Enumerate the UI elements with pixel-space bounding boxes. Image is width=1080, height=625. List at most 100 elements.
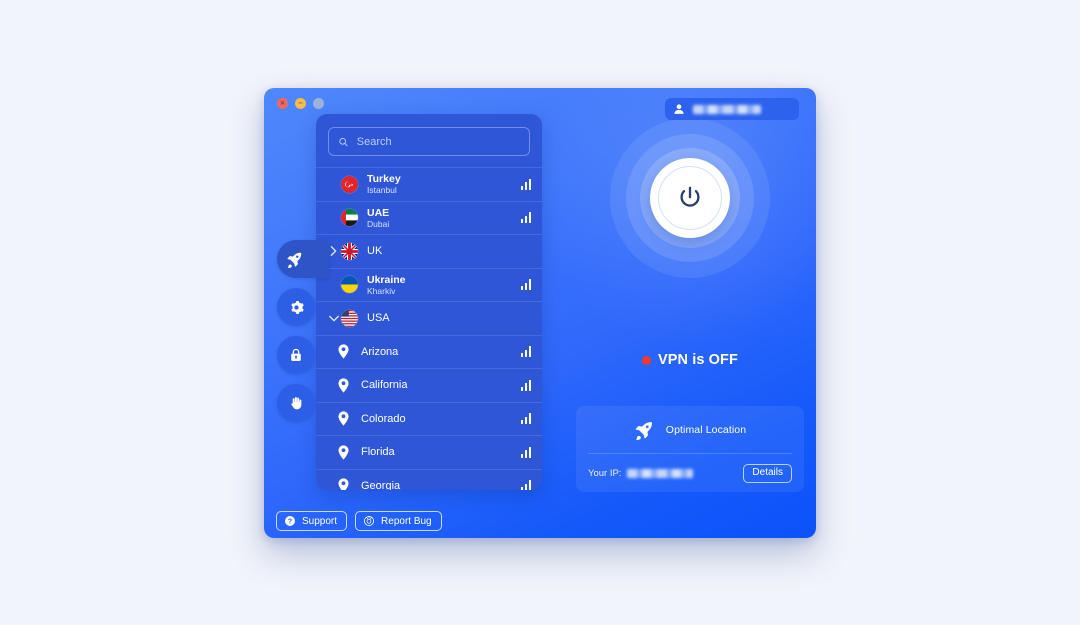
locations-list[interactable]: Turkey Istanbul UAE Dubai UK Ukraine Kha… (316, 167, 542, 490)
location-row-uk[interactable]: UK (316, 234, 542, 268)
location-text: California (361, 379, 521, 391)
minimize-icon: − (298, 98, 303, 107)
search-icon (339, 137, 348, 146)
power-button[interactable] (650, 158, 730, 238)
location-name: California (361, 379, 408, 392)
location-name: Arizona (361, 345, 399, 358)
close-button[interactable]: × (277, 98, 288, 109)
flag-usa-icon (341, 309, 358, 327)
flag-uk-icon (341, 242, 358, 260)
maximize-button[interactable] (313, 98, 324, 109)
location-name: UAE (367, 206, 390, 219)
location-text: Ukraine Kharkiv (367, 274, 521, 296)
location-name: USA (367, 312, 390, 325)
status-text: VPN is OFF (658, 352, 738, 368)
optimal-location-label: Optimal Location (665, 423, 747, 436)
map-pin-icon (335, 444, 352, 461)
location-city: Istanbul (367, 185, 397, 196)
location-row-uae[interactable]: UAE Dubai (316, 200, 542, 235)
location-city: Dubai (367, 218, 390, 229)
signal-strength-icon (520, 178, 531, 190)
location-name: Colorado (361, 412, 406, 425)
lock-icon (291, 348, 301, 361)
status-indicator-dot (642, 355, 652, 365)
location-text: Arizona (361, 346, 521, 358)
location-city: Kharkiv (367, 285, 396, 296)
chevron-down-icon[interactable] (326, 314, 341, 323)
person-icon (674, 104, 684, 114)
search-box[interactable] (328, 127, 530, 156)
ip-value-redacted (627, 468, 694, 478)
location-row-arizona[interactable]: Arizona (316, 334, 542, 369)
signal-strength-icon (520, 279, 531, 291)
close-icon: × (280, 98, 285, 107)
report-bug-label: Report Bug (381, 515, 432, 527)
map-pin-icon (335, 377, 352, 394)
location-name: Turkey (367, 173, 401, 186)
signal-strength-icon (520, 413, 531, 425)
location-text: Florida (361, 446, 521, 458)
hand-icon (291, 397, 302, 410)
location-name: Ukraine (367, 273, 406, 286)
account-username-redacted (693, 104, 761, 114)
minimize-button[interactable]: − (295, 98, 306, 109)
connection-panel: VPN is OFF Optimal Location Your IP: Det… (564, 108, 816, 518)
location-name: Georgia (361, 479, 401, 490)
vpn-status: VPN is OFF (564, 352, 816, 368)
signal-strength-icon (520, 446, 531, 458)
support-button[interactable]: ? Support (276, 511, 348, 531)
screen: × − Search Turkey Istanbul UAE Dubai UK … (0, 0, 1080, 625)
details-button[interactable]: Details (743, 463, 792, 483)
locations-panel: Turkey Istanbul (316, 114, 542, 490)
location-text: UAE Dubai (367, 207, 521, 229)
location-text: Turkey Istanbul (367, 173, 521, 195)
search-input[interactable] (356, 135, 520, 148)
location-row-florida[interactable]: Florida (316, 435, 542, 469)
sidebar-item-settings[interactable] (277, 288, 315, 326)
rocket-icon (287, 252, 302, 268)
location-row-usa[interactable]: USA (316, 301, 542, 335)
ip-label: Your IP: (588, 467, 622, 479)
search-container (316, 114, 542, 167)
report-bug-button[interactable]: Report Bug (355, 511, 442, 531)
account-badge[interactable] (665, 98, 799, 120)
sidebar-rail (264, 240, 329, 422)
location-row-ukraine[interactable]: Ukraine Kharkiv (316, 267, 542, 302)
bug-target-icon (364, 515, 375, 527)
ip-row: Your IP: Details (576, 454, 804, 492)
location-row-turkey[interactable]: Turkey Istanbul (316, 167, 542, 201)
location-row-georgia[interactable]: Georgia (316, 468, 542, 490)
support-label: Support (302, 515, 338, 527)
vpn-app-window: × − Search Turkey Istanbul UAE Dubai UK … (264, 88, 816, 538)
svg-text:?: ? (288, 519, 292, 526)
map-pin-icon (335, 410, 352, 427)
sidebar-item-privacy[interactable] (277, 384, 315, 422)
signal-strength-icon (520, 346, 531, 358)
power-button-inner-ring (658, 166, 722, 230)
location-name: UK (367, 245, 383, 258)
location-row-california[interactable]: California (316, 368, 542, 402)
signal-strength-icon (520, 379, 531, 391)
map-pin-icon (335, 477, 352, 490)
gear-icon (290, 300, 304, 314)
window-controls: × − (277, 98, 324, 109)
flag-turkey-icon (341, 175, 358, 193)
rocket-icon (635, 421, 652, 440)
location-text: USA (367, 312, 531, 324)
footer-bar: ? Support Report Bug (264, 504, 816, 538)
question-circle-icon: ? (285, 516, 295, 526)
location-name: Florida (361, 446, 395, 459)
signal-strength-icon (520, 480, 531, 490)
optimal-location-card: Optimal Location Your IP: Details (576, 406, 804, 492)
location-row-colorado[interactable]: Colorado (316, 401, 542, 436)
flag-uae-icon (341, 209, 358, 227)
location-text: Georgia (361, 480, 521, 490)
location-text: UK (367, 245, 531, 257)
sidebar-item-security[interactable] (277, 336, 315, 374)
location-text: Colorado (361, 413, 521, 425)
sidebar-item-locations[interactable] (277, 240, 329, 278)
optimal-location-button[interactable]: Optimal Location (576, 406, 804, 453)
flag-ukraine-icon (341, 276, 358, 294)
signal-strength-icon (520, 212, 531, 224)
map-pin-icon (335, 343, 352, 360)
